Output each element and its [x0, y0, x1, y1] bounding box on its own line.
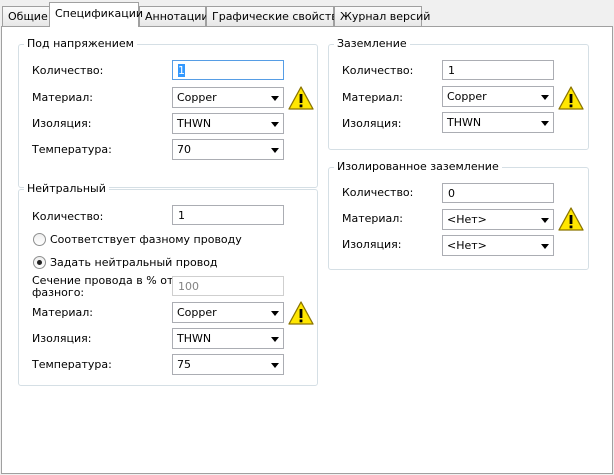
radio-match-phase[interactable]: [33, 233, 46, 246]
chevron-down-icon: [271, 311, 279, 316]
quantity-label: Количество:: [32, 210, 104, 223]
material-value: Copper: [177, 306, 217, 319]
chevron-down-icon: [271, 337, 279, 342]
tab-strip: Общие Спецификации Аннотации Графические…: [0, 0, 614, 27]
group-isolated-ground: Изолированное заземление Количество: 0 М…: [328, 160, 589, 270]
quantity-value: 1: [178, 64, 185, 77]
temperature-value: 70: [177, 143, 191, 156]
temperature-combobox[interactable]: 75: [172, 354, 284, 375]
insulation-value: THWN: [447, 116, 482, 129]
insulation-label: Изоляция:: [32, 332, 92, 345]
insulation-combobox[interactable]: THWN: [172, 113, 284, 134]
group-title: Заземление: [334, 37, 410, 50]
insulation-label: Изоляция:: [342, 238, 402, 251]
group-title: Нейтральный: [24, 182, 109, 195]
quantity-field[interactable]: 1: [442, 60, 554, 80]
quantity-field[interactable]: 0: [442, 183, 554, 203]
material-value: Copper: [177, 91, 217, 104]
chevron-down-icon: [541, 218, 549, 223]
chevron-down-icon: [271, 148, 279, 153]
material-combobox[interactable]: Copper: [172, 302, 284, 323]
material-combobox[interactable]: Copper: [442, 86, 554, 107]
temperature-label: Температура:: [32, 358, 112, 371]
chevron-down-icon: [271, 122, 279, 127]
material-combobox[interactable]: <Нет>: [442, 209, 554, 230]
quantity-field[interactable]: 1: [172, 60, 284, 80]
quantity-value: 1: [448, 64, 455, 77]
chevron-down-icon: [271, 363, 279, 368]
tab-annotations[interactable]: Аннотации: [139, 6, 209, 26]
tab-label: Спецификации: [55, 7, 143, 20]
radio-set-neutral-label: Задать нейтральный провод: [50, 256, 218, 269]
group-title: Под напряжением: [24, 37, 137, 50]
insulation-value: THWN: [177, 332, 212, 345]
insulation-label: Изоляция:: [32, 117, 92, 130]
quantity-value: 0: [448, 187, 455, 200]
tab-graphic-properties[interactable]: Графические свойства: [206, 6, 344, 26]
insulation-combobox[interactable]: <Нет>: [442, 235, 554, 256]
temperature-combobox[interactable]: 70: [172, 139, 284, 160]
quantity-value: 1: [178, 209, 185, 222]
chevron-down-icon: [541, 121, 549, 126]
quantity-label: Количество:: [342, 186, 414, 199]
material-label: Материал:: [32, 306, 94, 319]
quantity-field[interactable]: 1: [172, 205, 284, 225]
temperature-label: Температура:: [32, 143, 112, 156]
chevron-down-icon: [541, 244, 549, 249]
material-label: Материал:: [32, 91, 94, 104]
tab-specifications[interactable]: Спецификации: [49, 2, 143, 27]
tab-page: Под напряжением Количество: 1 Материал: …: [1, 26, 613, 474]
section-value: 100: [178, 280, 199, 293]
insulation-combobox[interactable]: THWN: [442, 112, 554, 133]
section-percent-field[interactable]: 100: [172, 276, 284, 296]
tab-label: Журнал версий: [340, 10, 431, 23]
temperature-value: 75: [177, 358, 191, 371]
section-percent-label-cont: фазного:: [32, 286, 85, 299]
insulation-value: <Нет>: [447, 239, 487, 252]
group-title: Изолированное заземление: [334, 160, 502, 173]
material-value: Copper: [447, 90, 487, 103]
warning-icon: [288, 86, 314, 110]
insulation-label: Изоляция:: [342, 117, 402, 130]
group-ground: Заземление Количество: 1 Материал: Coppe…: [328, 37, 589, 150]
quantity-label: Количество:: [32, 64, 104, 77]
quantity-label: Количество:: [342, 64, 414, 77]
group-under-voltage: Под напряжением Количество: 1 Материал: …: [18, 37, 318, 188]
material-label: Материал:: [342, 91, 404, 104]
tab-label: Графические свойства: [212, 10, 345, 23]
radio-set-neutral[interactable]: [33, 256, 46, 269]
warning-icon: [288, 301, 314, 325]
tab-label: Аннотации: [145, 10, 209, 23]
radio-match-phase-label: Соответствует фазному проводу: [50, 233, 242, 246]
tab-label: Общие: [8, 10, 48, 23]
warning-icon: [558, 86, 584, 110]
chevron-down-icon: [541, 95, 549, 100]
material-value: <Нет>: [447, 213, 487, 226]
warning-icon: [558, 207, 584, 231]
chevron-down-icon: [271, 96, 279, 101]
material-label: Материал:: [342, 212, 404, 225]
insulation-value: THWN: [177, 117, 212, 130]
material-combobox[interactable]: Copper: [172, 87, 284, 108]
insulation-combobox[interactable]: THWN: [172, 328, 284, 349]
tab-general[interactable]: Общие: [2, 6, 50, 26]
group-neutral: Нейтральный Количество: 1 Соответствует …: [18, 182, 318, 386]
tab-version-history[interactable]: Журнал версий: [334, 6, 430, 26]
